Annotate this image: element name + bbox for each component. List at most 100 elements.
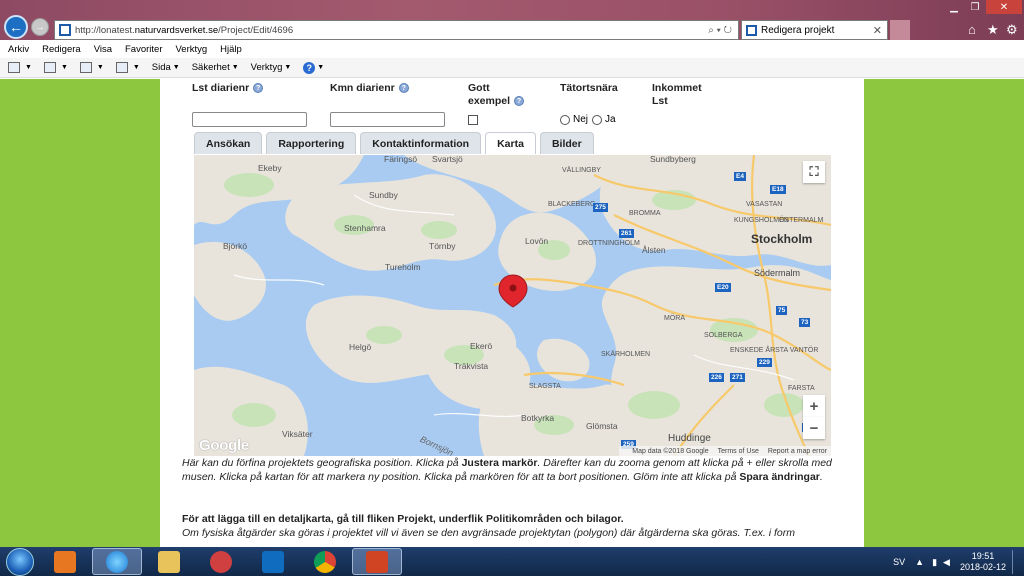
lst-help-icon[interactable]: ? (253, 83, 264, 94)
menu-hjalp[interactable]: Hjälp (220, 44, 242, 55)
close-window-icon[interactable]: ✕ (986, 0, 1022, 14)
instructions-end: . (819, 471, 823, 483)
security-menu-button[interactable]: Säkerhet ▼ (192, 62, 239, 73)
forward-button[interactable]: → (31, 18, 49, 36)
road-shield-275: 275 (593, 203, 608, 212)
tab-bilder[interactable]: Bilder (539, 132, 594, 154)
taskbar-powerpoint[interactable] (352, 548, 402, 575)
gott-help-icon[interactable]: ? (514, 96, 525, 107)
url-domain: naturvardsverket.se (134, 24, 219, 36)
system-tray: SV ▲ ▮ ◀ 19:51 2018-02-12 (893, 549, 1020, 575)
lst-diarienr-input[interactable] (192, 112, 307, 127)
radio-ja-circle[interactable] (592, 114, 602, 125)
menu-bar: Arkiv Redigera Visa Favoriter Verktyg Hj… (0, 40, 1024, 58)
taskbar-media-player[interactable] (40, 548, 90, 575)
tab-ansokan[interactable]: Ansökan (194, 132, 263, 154)
taskbar-snipping-tool[interactable] (196, 548, 246, 575)
url-text[interactable]: http://lonatest.naturvardsverket.se/Proj… (75, 25, 708, 36)
terms-of-use-link[interactable]: Terms of Use (718, 448, 759, 455)
menu-verktyg[interactable]: Verktyg (175, 44, 207, 55)
map-canvas[interactable] (194, 155, 831, 456)
taskbar-outlook[interactable] (248, 548, 298, 575)
taskbar-chrome[interactable] (300, 548, 350, 575)
address-bar[interactable]: http://lonatest.naturvardsverket.se/Proj… (54, 20, 739, 40)
new-tab-button[interactable] (890, 20, 910, 40)
tools-menu-label: Verktyg (250, 62, 283, 73)
tatort-radio-nej[interactable]: Nej (560, 114, 588, 125)
tab-title: Redigera projekt (761, 24, 835, 36)
feeds-button[interactable]: ▼ (43, 62, 68, 73)
browser-tab[interactable]: Redigera projekt ✕ (741, 20, 888, 40)
start-button[interactable] (6, 548, 34, 576)
windows-taskbar: SV ▲ ▮ ◀ 19:51 2018-02-12 (0, 547, 1024, 576)
map-label-faringso: Färingsö (384, 155, 418, 164)
plus-icon: + (809, 397, 819, 415)
show-desktop-button[interactable] (1012, 550, 1020, 574)
help-menu-button[interactable]: ? ▼ (303, 61, 324, 74)
taskbar-explorer[interactable] (144, 548, 194, 575)
tray-expand-icon[interactable]: ▲ (915, 557, 924, 567)
menu-favoriter[interactable]: Favoriter (125, 44, 162, 55)
zoom-out-button[interactable]: − (803, 417, 825, 439)
security-menu-label: Säkerhet (191, 62, 230, 73)
language-indicator[interactable]: SV (893, 557, 905, 567)
map-label-kungsholmen: KUNGSHOLMEN (734, 217, 789, 224)
back-button[interactable]: ← (4, 15, 28, 39)
restore-icon[interactable]: ❐ (965, 0, 985, 14)
map-instructions: Här kan du förfina projektets geografisk… (182, 456, 854, 484)
instructions-justera: Justera markör (461, 457, 538, 469)
map-label-viksater: Viksäter (282, 429, 313, 439)
menu-arkiv[interactable]: Arkiv (8, 44, 29, 55)
zoom-in-button[interactable]: + (803, 395, 825, 417)
map-label-mora: MÖRA (664, 315, 685, 322)
settings-gear-icon[interactable]: ⚙ (1006, 22, 1018, 38)
tatort-radio-ja[interactable]: Ja (592, 114, 616, 125)
inkommet-line2: Lst (652, 95, 668, 107)
polygon-info: Om fysiska åtgärder ska göras i projekte… (182, 527, 795, 539)
snipping-tool-icon (210, 550, 232, 573)
google-map[interactable]: Färingsö Svartsjö Ekeby Sundby Stenhamra… (194, 155, 831, 456)
forward-arrow-icon: → (35, 21, 45, 33)
radio-nej-circle[interactable] (560, 114, 570, 125)
kmn-diarienr-input[interactable] (330, 112, 445, 127)
url-path: /Project/Edit/4696 (218, 24, 294, 36)
network-icon[interactable]: ▮ (932, 557, 937, 568)
map-label-skarholmen: SKÄRHOLMEN (601, 351, 651, 358)
kmn-help-icon[interactable]: ? (398, 83, 409, 94)
map-label-sundbyberg: Sundbyberg (650, 155, 696, 164)
tab-karta[interactable]: Karta (485, 132, 536, 154)
print-button[interactable]: ▼ (115, 62, 140, 73)
mail-button[interactable]: ▼ (79, 62, 104, 73)
favorites-star-icon[interactable]: ★ (987, 22, 999, 38)
page-menu-button[interactable]: Sida ▼ (152, 62, 180, 73)
folder-icon (158, 550, 180, 573)
tools-menu-button[interactable]: Verktyg ▼ (251, 62, 292, 73)
menu-visa[interactable]: Visa (94, 44, 112, 55)
home-icon[interactable]: ⌂ (968, 22, 976, 37)
print-icon (115, 62, 128, 73)
map-label-alsten: Ålsten (642, 245, 666, 255)
address-controls[interactable]: ⌕ ▾ ↻ (708, 25, 732, 36)
map-label-bjorko: Björkö (223, 241, 248, 251)
close-tab-icon[interactable]: ✕ (873, 24, 882, 37)
lst-label-text: Lst diarienr (192, 82, 250, 94)
road-shield-271: 271 (730, 373, 745, 382)
volume-icon[interactable]: ◀ (943, 557, 950, 568)
instructions-part1: Här kan du förfina projektets geografisk… (182, 457, 462, 469)
clock[interactable]: 19:51 2018-02-12 (960, 551, 1006, 573)
fullscreen-button[interactable]: ⛶ (803, 161, 825, 183)
map-label-solberga: SOLBERGA (704, 332, 743, 339)
menu-redigera[interactable]: Redigera (42, 44, 81, 55)
map-label-bromma: BROMMA (629, 210, 661, 217)
radio-nej-label: Nej (573, 114, 589, 125)
tab-rapportering[interactable]: Rapportering (266, 132, 357, 154)
report-map-error-link[interactable]: Report a map error (768, 448, 827, 455)
gott-label-line1: Gott (468, 82, 490, 94)
gott-exempel-checkbox[interactable] (468, 115, 478, 125)
minimize-icon[interactable]: ▁ (944, 0, 964, 14)
taskbar-internet-explorer[interactable] (92, 548, 142, 575)
add-favorites-button[interactable]: ▼ (8, 62, 32, 73)
project-tabs: Ansökan Rapportering Kontaktinformation … (194, 132, 598, 154)
tab-kontaktinformation[interactable]: Kontaktinformation (360, 132, 482, 154)
road-shield-e18: E18 (770, 185, 786, 194)
